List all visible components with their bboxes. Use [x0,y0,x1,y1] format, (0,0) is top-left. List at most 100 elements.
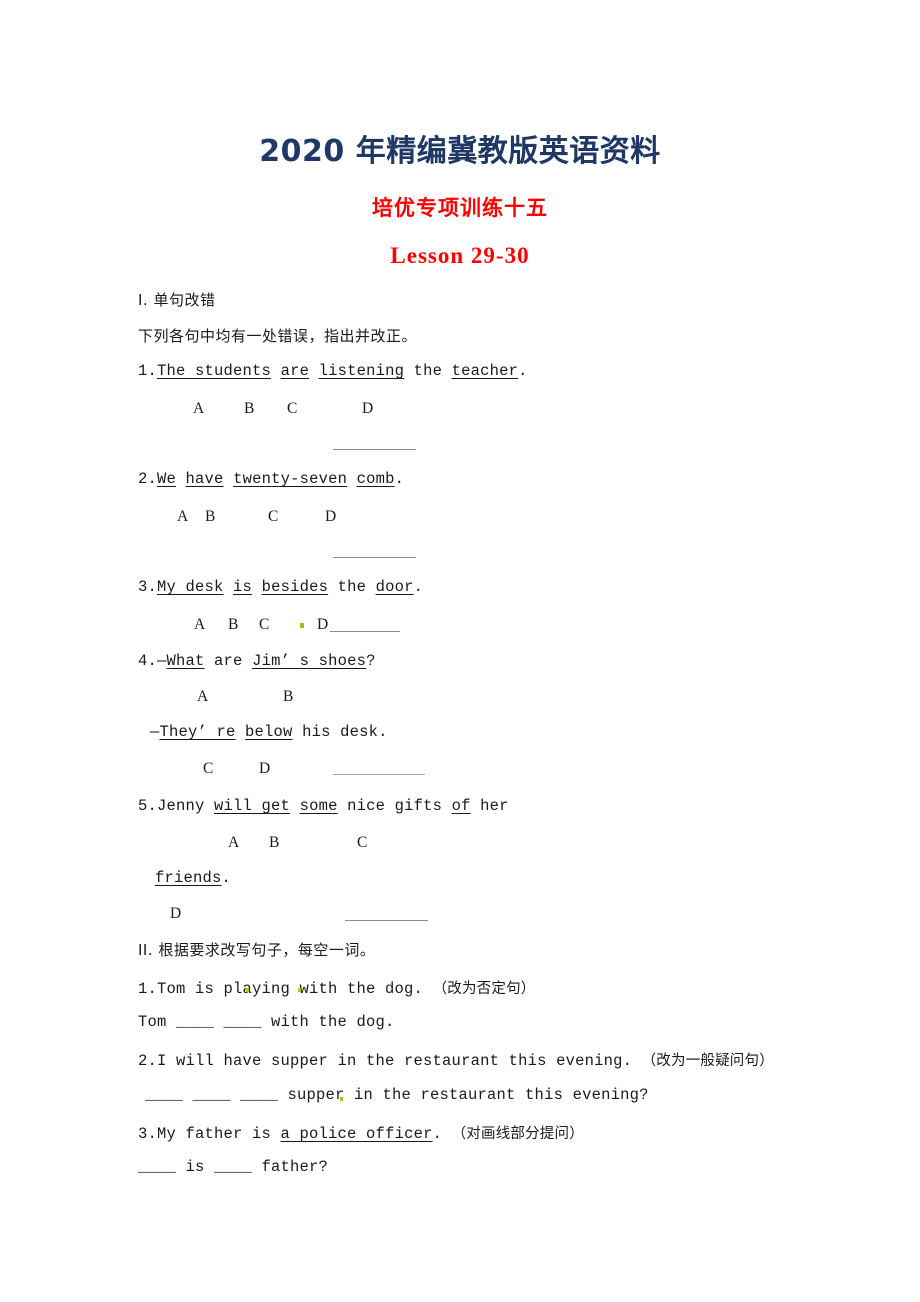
item-1-part-b: are [280,362,310,380]
item-2-part-d: comb [356,470,395,488]
item-5-option-a: A [228,834,240,851]
item-3-part-d: door [375,578,414,596]
item-4-option-a: A [197,688,209,705]
section-two-item-1-number: 1. [138,980,158,998]
item-5-option-b: B [269,834,280,851]
item-1-part-c: listening [318,362,405,380]
document-subtitle: 培优专项训练十五 [372,196,548,220]
section-two-item-1-prompt: 1.Tom is playing with the dog. （改为否定句） [138,977,535,998]
section-two-item-1-chinese: （改为否定句） [432,981,536,997]
item-3-period: . [413,578,424,596]
item-2-option-a: A [177,508,189,525]
item-1-part-a: The students [157,362,272,380]
item-1-answer-rule[interactable] [333,449,416,450]
item-2-part-b: have [185,470,224,488]
item-5-option-c: C [357,834,368,851]
item-2-space-1 [176,470,186,488]
scan-artifact-mark [246,988,249,992]
item-3-part-c: besides [261,578,329,596]
section-two-item-3-number: 3. [138,1125,158,1143]
section-two-item-2-prompt: 2.I will have supper in the restaurant t… [138,1049,774,1070]
item-5-sentence-line-2: friends. [155,869,231,887]
item-5-part-c: of [451,797,471,815]
item-5-part-d: friends [155,869,222,887]
item-2-option-c: C [268,508,279,525]
section-two-item-3-underlined: a police officer [280,1125,433,1143]
item-1-space-2 [309,362,319,380]
item-2-sentence: 2.We have twenty-seven comb. [138,470,404,488]
section-two-item-2-number: 2. [138,1052,158,1070]
section-two-item-2-english: I will have supper in the restaurant thi… [157,1052,633,1070]
item-3-part-b: is [233,578,253,596]
item-5-option-d: D [170,905,182,922]
item-3-space-3: the [328,578,376,596]
item-2-space-2 [224,470,234,488]
item-4-part-c: They’ re [159,723,236,741]
item-1-option-d: D [362,400,374,417]
section-two-item-1-english: Tom is playing with the dog. [157,980,424,998]
lesson-title: Lesson 29-30 [390,243,530,268]
item-3-answer-rule[interactable] [330,631,400,632]
section-two-item-2-answer[interactable]: ____ ____ ____ supper in the restaurant … [145,1086,649,1104]
scan-artifact-mark [340,1097,343,1101]
item-1-option-a: A [193,400,205,417]
scan-artifact-mark [300,623,304,628]
item-2-option-b: B [205,508,216,525]
item-3-space-1 [224,578,234,596]
item-4-part-d: below [245,723,293,741]
item-4-sentence-line-2: —They’ re below his desk. [150,723,388,741]
section-two-item-3-chinese: （对画线部分提问） [451,1126,584,1142]
scan-artifact-mark [298,988,301,992]
item-1-period: . [518,362,528,380]
section-one-instruction: 下列各句中均有一处错误，指出并改正。 [138,327,418,345]
item-4-sentence-line-1: 4.—What are Jim’ s shoes? [138,652,376,670]
item-3-option-b: B [228,616,239,633]
item-4-space-2 [236,723,246,741]
item-1-part-d: teacher [451,362,519,380]
section-two-heading: II. 根据要求改写句子，每空一词。 [138,941,376,959]
item-1-number: 1. [138,362,158,380]
section-two-item-3-prompt: 3.My father is a police officer. （对画线部分提… [138,1122,584,1143]
item-1-space-3: the [404,362,452,380]
item-2-period: . [394,470,405,488]
item-4-dash-1: — [157,652,167,670]
item-4-number: 4. [138,652,158,670]
item-2-part-a: We [157,470,177,488]
item-4-option-c: C [203,760,214,777]
item-5-part-a: will get [214,797,291,815]
item-4-option-d: D [259,760,271,777]
worksheet-page: 2020 年精编冀教版英语资料 培优专项训练十五 Lesson 29-30 I.… [0,0,920,1302]
section-two-item-3-answer[interactable]: ____ is ____ father? [138,1158,328,1176]
item-4-space-1: are [204,652,253,670]
item-3-sentence: 3.My desk is besides the door. [138,578,423,596]
item-5-part-b: some [299,797,338,815]
item-5-sentence-line-1: 5.Jenny will get some nice gifts of her [138,797,509,815]
section-two-item-3-english-post: . [432,1125,443,1143]
section-one-heading: I. 单句改错 [138,291,216,309]
item-5-tail: her [470,797,509,815]
item-1-sentence: 1.The students are listening the teacher… [138,362,528,380]
document-title: 2020 年精编冀教版英语资料 [259,134,661,169]
item-4-option-b: B [283,688,294,705]
item-3-space-2 [252,578,262,596]
item-5-space-2: nice gifts [337,797,452,815]
item-4-answer-rule[interactable] [333,774,425,775]
item-5-answer-rule[interactable] [345,920,428,921]
item-4-dash-2: — [150,723,160,741]
section-two-item-2-chinese: （改为一般疑问句） [641,1053,774,1069]
item-4-part-b: Jim’ s shoes [252,652,367,670]
item-3-part-a: My desk [157,578,224,596]
item-4-tail: his desk. [292,723,388,741]
item-3-option-d: D [317,616,329,633]
item-4-question-mark: ? [366,652,376,670]
item-2-number: 2. [138,470,158,488]
item-2-answer-rule[interactable] [333,557,416,558]
item-5-period: . [221,869,232,887]
item-4-part-a: What [166,652,205,670]
item-5-subject: Jenny [157,797,215,815]
item-3-number: 3. [138,578,158,596]
item-2-part-c: twenty-seven [233,470,348,488]
item-1-space-1 [271,362,281,380]
item-2-option-d: D [325,508,337,525]
section-two-item-1-answer[interactable]: Tom ____ ____ with the dog. [138,1013,395,1031]
